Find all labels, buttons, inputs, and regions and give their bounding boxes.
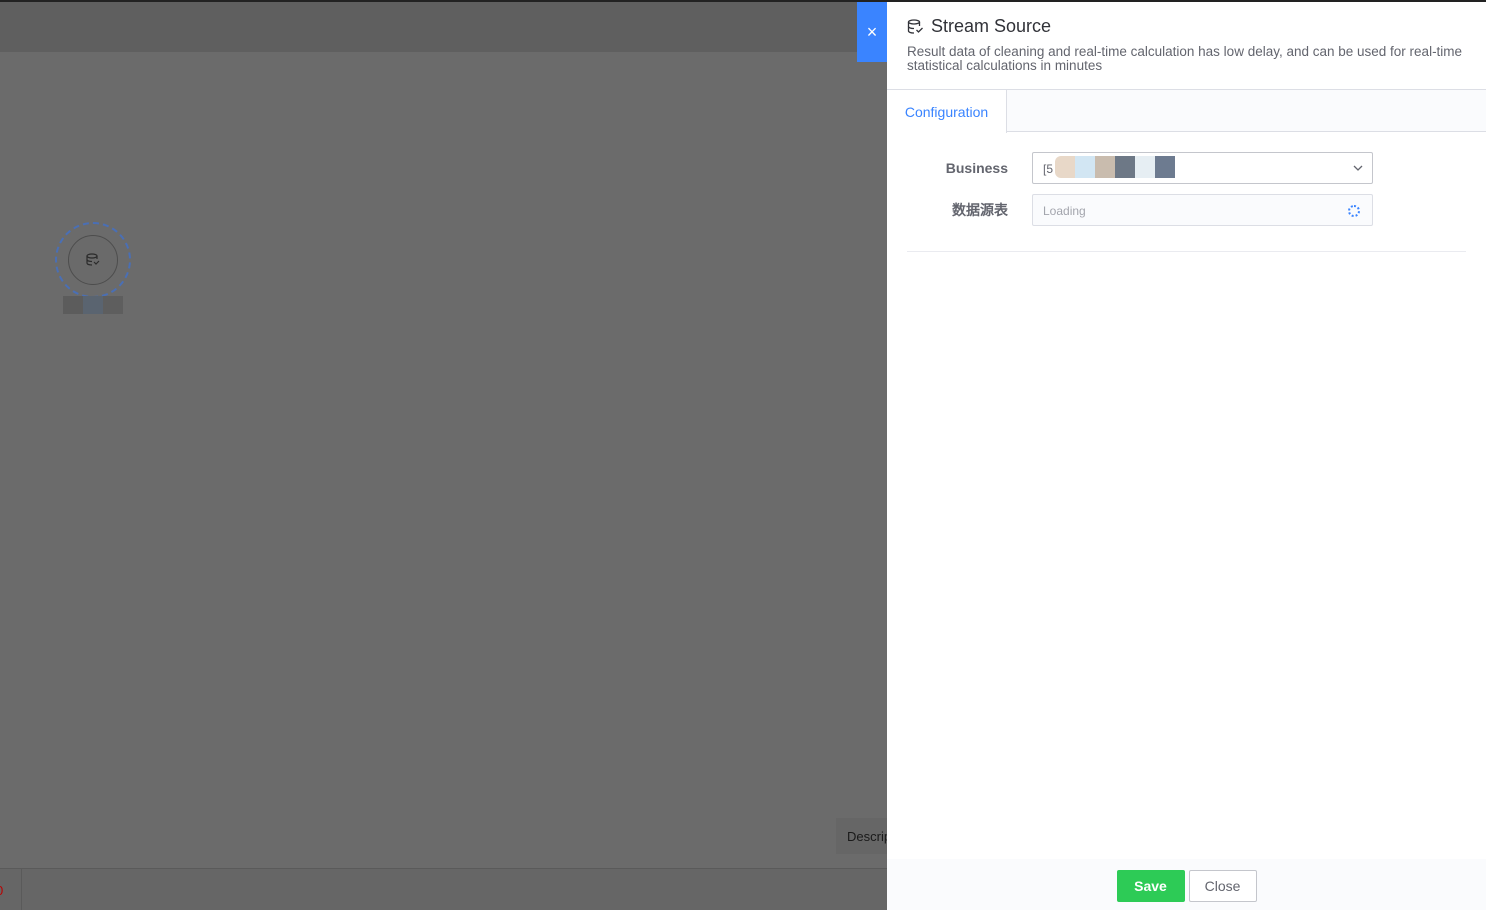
form-divider — [907, 251, 1466, 252]
canvas-node-label-redacted — [63, 296, 123, 314]
source-table-placeholder: Loading — [1043, 204, 1086, 218]
background-top-bar — [0, 0, 887, 52]
panel-title: Stream Source — [931, 16, 1052, 36]
panel-footer: Save Close — [887, 859, 1486, 910]
chevron-down-icon — [1353, 165, 1363, 171]
background-bottom-bar: 0 — [0, 868, 887, 910]
business-row: Business — [887, 152, 1008, 184]
tab-bar: Configuration — [887, 90, 1486, 133]
close-button[interactable]: Close — [1188, 869, 1257, 902]
business-value: [5 — [1043, 162, 1054, 176]
database-stream-icon — [68, 235, 118, 285]
panel-subtitle: Result data of cleaning and real-time ca… — [907, 44, 1463, 73]
close-panel-button[interactable]: × — [857, 2, 887, 62]
canvas-node[interactable] — [55, 222, 131, 298]
tab-configuration[interactable]: Configuration — [887, 90, 1007, 133]
database-stream-icon — [907, 18, 925, 36]
side-panel: Stream Source Result data of cleaning an… — [887, 0, 1486, 910]
close-icon: × — [866, 21, 878, 42]
business-select[interactable]: [5 — [1032, 152, 1373, 184]
business-label: Business — [945, 160, 1008, 176]
config-form: Business [5 数据源表 Loading — [887, 132, 1486, 252]
bottom-counter: 0 — [0, 883, 3, 898]
business-value-redacted — [1055, 156, 1175, 178]
source-table-row: 数据源表 — [887, 194, 1008, 226]
loading-spinner-icon — [1348, 205, 1360, 217]
source-table-label: 数据源表 — [952, 202, 1008, 218]
background-canvas — [0, 52, 887, 868]
description-fragment: Descrip — [836, 818, 887, 854]
title-row: Stream Source — [907, 16, 1466, 37]
source-table-select[interactable]: Loading — [1032, 194, 1373, 226]
panel-header: Stream Source Result data of cleaning an… — [887, 2, 1486, 90]
divider — [21, 869, 22, 910]
save-button[interactable]: Save — [1116, 869, 1185, 902]
